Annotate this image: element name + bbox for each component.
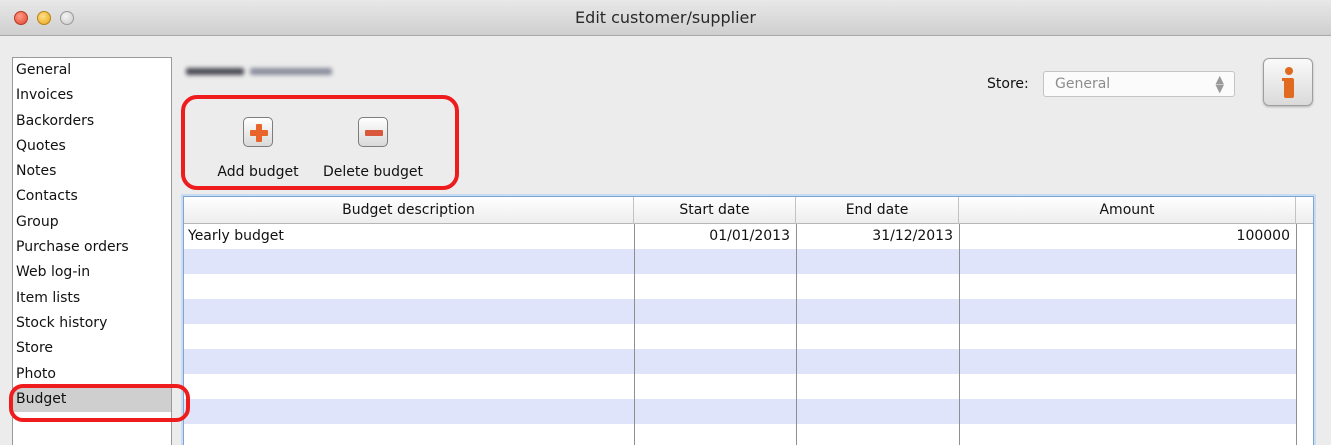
table-row-empty[interactable] bbox=[184, 324, 1297, 349]
column-header-amount[interactable]: Amount bbox=[959, 197, 1296, 224]
info-button[interactable] bbox=[1263, 58, 1313, 106]
sidebar-item-notes[interactable]: Notes bbox=[13, 159, 171, 184]
sidebar-item-budget[interactable]: Budget bbox=[13, 386, 171, 413]
budget-table[interactable]: Budget description Start date End date A… bbox=[183, 196, 1314, 445]
table-row-empty[interactable] bbox=[184, 424, 1297, 445]
column-divider bbox=[634, 224, 635, 445]
store-label: Store: bbox=[987, 76, 1029, 92]
column-header-end-date[interactable]: End date bbox=[796, 197, 959, 224]
column-header-start-date[interactable]: Start date bbox=[634, 197, 796, 224]
sidebar-item-item-lists[interactable]: Item lists bbox=[13, 286, 171, 311]
table-row-empty[interactable] bbox=[184, 374, 1297, 399]
sidebar-item-quotes[interactable]: Quotes bbox=[13, 134, 171, 159]
minus-icon bbox=[365, 130, 383, 136]
cell-amount: 100000 bbox=[1236, 228, 1290, 244]
window-title: Edit customer/supplier bbox=[575, 8, 756, 27]
sidebar-item-invoices[interactable]: Invoices bbox=[13, 83, 171, 108]
table-row-empty[interactable] bbox=[184, 249, 1297, 274]
info-icon bbox=[1282, 67, 1294, 98]
customer-name-blurred bbox=[186, 64, 336, 80]
table-row-empty[interactable] bbox=[184, 274, 1297, 299]
column-header-budget-description[interactable]: Budget description bbox=[184, 197, 634, 224]
sidebar-item-stock-history[interactable]: Stock history bbox=[13, 311, 171, 336]
sidebar-item-photo[interactable]: Photo bbox=[13, 362, 171, 387]
cell-description: Yearly budget bbox=[188, 228, 284, 244]
sidebar-item-store[interactable]: Store bbox=[13, 336, 171, 361]
column-divider bbox=[1296, 224, 1297, 445]
sidebar-item-group[interactable]: Group bbox=[13, 210, 171, 235]
add-budget-button[interactable]: Add budget bbox=[212, 117, 304, 180]
column-divider bbox=[796, 224, 797, 445]
sidebar-item-general[interactable]: General bbox=[13, 58, 171, 83]
table-row-empty[interactable] bbox=[184, 399, 1297, 424]
sidebar-item-purchase-orders[interactable]: Purchase orders bbox=[13, 235, 171, 260]
title-bar: Edit customer/supplier bbox=[0, 0, 1331, 36]
store-select-value: General bbox=[1055, 76, 1111, 92]
sidebar-item-web-log-in[interactable]: Web log-in bbox=[13, 260, 171, 285]
sidebar-item-backorders[interactable]: Backorders bbox=[13, 109, 171, 134]
up-down-arrows-icon: ▲ ▼ bbox=[1215, 73, 1224, 95]
table-row[interactable]: Yearly budget 01/01/2013 31/12/2013 1000… bbox=[184, 224, 1297, 249]
column-divider bbox=[959, 224, 960, 445]
add-budget-label: Add budget bbox=[217, 164, 299, 180]
plus-icon bbox=[250, 124, 268, 142]
sidebar-item-contacts[interactable]: Contacts bbox=[13, 184, 171, 209]
edit-customer-window: Edit customer/supplier General Invoices … bbox=[0, 0, 1331, 445]
delete-budget-label: Delete budget bbox=[322, 164, 424, 180]
table-row-empty[interactable] bbox=[184, 299, 1297, 324]
delete-budget-button[interactable]: Delete budget bbox=[320, 117, 426, 180]
table-row-empty[interactable] bbox=[184, 349, 1297, 374]
sidebar: General Invoices Backorders Quotes Notes… bbox=[12, 57, 172, 445]
table-header: Budget description Start date End date A… bbox=[184, 197, 1313, 224]
store-select[interactable]: General ▲ ▼ bbox=[1043, 71, 1235, 97]
cell-start-date: 01/01/2013 bbox=[709, 228, 790, 244]
cell-end-date: 31/12/2013 bbox=[872, 228, 953, 244]
